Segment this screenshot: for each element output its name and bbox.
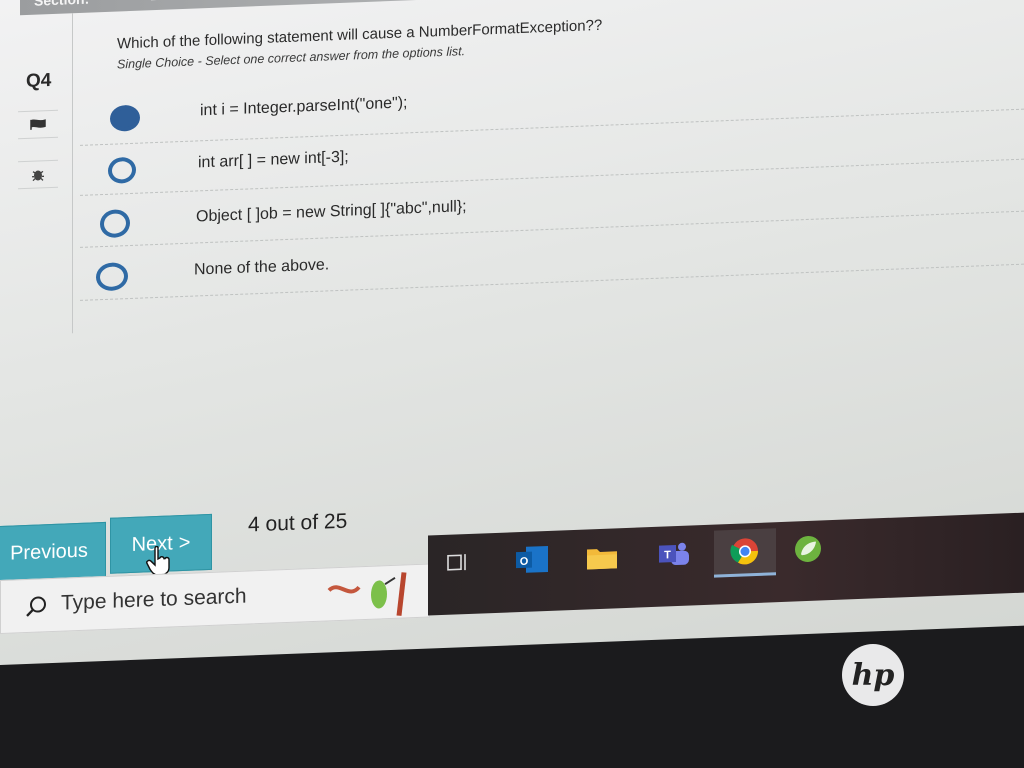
- option-2-radio[interactable]: [108, 156, 136, 184]
- spring-icon[interactable]: [784, 526, 832, 572]
- option-4-radio[interactable]: [96, 262, 128, 292]
- progress-counter: 4 out of 25: [248, 509, 348, 537]
- chrome-icon[interactable]: [714, 528, 776, 578]
- hp-logo: hp: [842, 644, 904, 706]
- outlook-icon[interactable]: O: [508, 537, 556, 583]
- flag-icon[interactable]: [18, 109, 58, 140]
- teams-icon[interactable]: T: [650, 531, 698, 577]
- section-label: Section:: [34, 0, 89, 9]
- next-chevron-icon: >: [178, 531, 191, 554]
- previous-button-label: Previous: [10, 539, 88, 565]
- option-1-radio[interactable]: [110, 104, 140, 132]
- search-placeholder: Type here to search: [61, 584, 247, 615]
- option-3-radio[interactable]: [100, 209, 130, 239]
- question-rail: Q4: [0, 13, 73, 337]
- section-bar: Section: 1 2: [20, 0, 1024, 16]
- option-2-label[interactable]: int arr[ ] = new int[-3];: [198, 149, 349, 173]
- outlook-letter: O: [520, 556, 529, 568]
- hummingbird-decoration-icon: [319, 567, 419, 626]
- bug-report-icon[interactable]: [18, 159, 58, 190]
- teams-letter: T: [664, 549, 671, 561]
- hp-logo-text: hp: [851, 657, 895, 693]
- option-4-label[interactable]: None of the above.: [194, 256, 329, 279]
- taskbar-search-box[interactable]: Type here to search: [0, 563, 430, 634]
- section-tab-1[interactable]: 1: [150, 0, 157, 3]
- task-view-icon[interactable]: [434, 539, 482, 585]
- section-tab-2[interactable]: 2: [210, 0, 217, 1]
- file-explorer-icon[interactable]: [578, 534, 626, 580]
- question-number: Q4: [26, 70, 52, 93]
- option-3-label[interactable]: Object [ ]ob = new String[ ]{"abc",null}…: [196, 198, 467, 226]
- search-icon: [25, 595, 47, 623]
- option-1-label[interactable]: int i = Integer.parseInt("one");: [200, 94, 407, 120]
